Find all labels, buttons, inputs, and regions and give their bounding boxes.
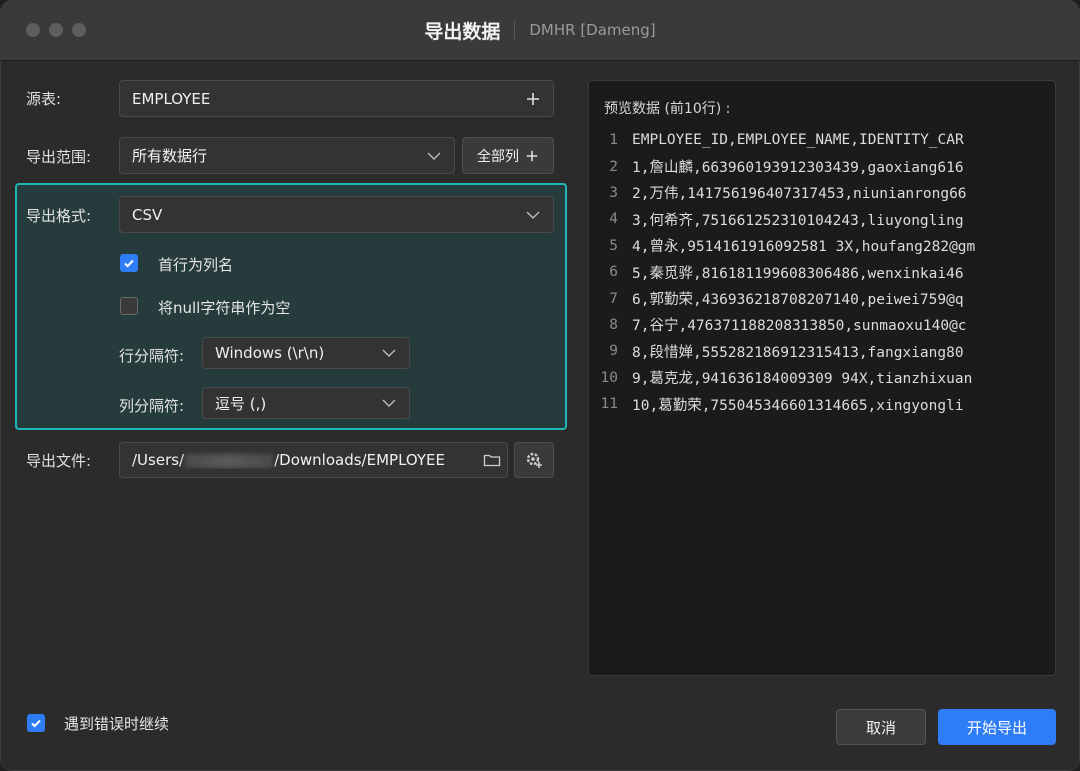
row-separator-value: Windows (\r\n): [215, 344, 325, 362]
preview-line: 2 1,詹山麟,663960193912303439,gaoxiang616: [589, 153, 1055, 179]
line-text: 8,段惜婵,555282186912315413,fangxiang80: [632, 344, 964, 361]
preview-line: 6 5,秦觅骅,816181199608306486,wenxinkai46: [589, 259, 1055, 285]
line-number: 7: [609, 290, 618, 307]
title-divider: [514, 21, 516, 39]
line-number: 11: [600, 396, 618, 413]
line-text: 7,谷宁,476371188208313850,sunmaoxu140@c: [632, 318, 967, 335]
plus-icon[interactable]: [525, 91, 541, 107]
preview-title: 预览数据 (前10行) :: [604, 101, 731, 117]
start-export-button[interactable]: 开始导出: [938, 709, 1056, 745]
preview-panel[interactable]: 预览数据 (前10行) : 1 EMPLOYEE_ID,EMPLOYEE_NAME…: [588, 80, 1056, 676]
line-text: 4,曾永,9514161916092581 3X,houfang282@gm: [632, 239, 976, 256]
line-number: 10: [600, 369, 618, 386]
line-number: 4: [609, 211, 618, 228]
window-title-area: 导出数据 DMHR [Dameng]: [0, 0, 1080, 60]
file-path-prefix: /Users/: [132, 451, 185, 469]
preview-line: 11 10,葛勤荣,755045346601314665,xingyongli: [589, 391, 1055, 417]
source-table-value: EMPLOYEE: [132, 89, 211, 108]
folder-icon[interactable]: [483, 452, 501, 468]
line-text: 1,詹山麟,663960193912303439,gaoxiang616: [632, 160, 964, 177]
format-label: 导出格式:: [26, 207, 92, 225]
gear-plus-icon: [526, 452, 542, 468]
file-path-field[interactable]: /Users/ /Downloads/EMPLOYEE: [119, 442, 508, 478]
line-number: 9: [609, 343, 618, 360]
header-row-label: 首行为列名: [158, 256, 234, 274]
line-text: 10,葛勤荣,755045346601314665,xingyongli: [632, 397, 964, 414]
chevron-down-icon: [427, 152, 441, 160]
source-table-field[interactable]: EMPLOYEE: [119, 80, 554, 117]
line-text: 2,万伟,141756196407317453,niunianrong66: [632, 186, 967, 203]
line-text: 3,何希齐,751661252310104243,liuyongling: [632, 212, 964, 229]
null-empty-checkbox[interactable]: [120, 297, 138, 315]
preview-line: 10 9,葛克龙,941636184009309 94X,tianzhixuan: [589, 365, 1055, 391]
line-number: 5: [609, 237, 618, 254]
redacted-username: [185, 453, 274, 468]
columns-button-label: 全部列: [477, 148, 519, 165]
preview-line: 1 EMPLOYEE_ID,EMPLOYEE_NAME,IDENTITY_CAR: [589, 127, 1055, 153]
file-path-value: /Users/ /Downloads/EMPLOYEE: [132, 451, 483, 469]
line-text: 6,郭勤荣,436936218708207140,peiwei759@q: [632, 292, 964, 309]
line-text: EMPLOYEE_ID,EMPLOYEE_NAME,IDENTITY_CAR: [632, 132, 964, 149]
plus-icon: [526, 150, 538, 161]
range-select[interactable]: 所有数据行: [119, 137, 455, 174]
line-number: 1: [609, 132, 618, 149]
cancel-button[interactable]: 取消: [836, 709, 926, 745]
preview-line: 9 8,段惜婵,555282186912315413,fangxiang80: [589, 338, 1055, 364]
preview-line: 3 2,万伟,141756196407317453,niunianrong66: [589, 180, 1055, 206]
check-icon: [31, 719, 41, 728]
check-icon: [124, 259, 134, 268]
export-dialog: 导出数据 DMHR [Dameng] 源表: EMPLOYEE 导出范围: 所有…: [0, 0, 1080, 771]
chevron-down-icon: [382, 349, 396, 357]
continue-on-error-label: 遇到错误时继续: [64, 715, 170, 733]
row-separator-select[interactable]: Windows (\r\n): [202, 337, 410, 369]
preview-line: 4 3,何希齐,751661252310104243,liuyongling: [589, 206, 1055, 232]
continue-on-error-checkbox[interactable]: [27, 714, 45, 732]
chevron-down-icon: [526, 211, 540, 219]
line-number: 8: [609, 316, 618, 333]
preview-line: 7 6,郭勤荣,436936218708207140,peiwei759@q: [589, 285, 1055, 311]
line-number: 3: [609, 184, 618, 201]
preview-line: 8 7,谷宁,476371188208313850,sunmaoxu140@c: [589, 312, 1055, 338]
header-row-checkbox[interactable]: [120, 254, 138, 272]
file-settings-button[interactable]: [514, 442, 554, 478]
file-path-suffix: /Downloads/EMPLOYEE: [274, 451, 445, 469]
line-text: 9,葛克龙,941636184009309 94X,tianzhixuan: [632, 371, 973, 388]
window-title: 导出数据: [424, 20, 501, 43]
null-empty-label: 将null字符串作为空: [158, 299, 291, 317]
preview-code: 1 EMPLOYEE_ID,EMPLOYEE_NAME,IDENTITY_CAR 2…: [589, 127, 1055, 417]
title-bar: 导出数据 DMHR [Dameng]: [0, 0, 1080, 61]
format-select[interactable]: CSV: [119, 196, 554, 233]
column-separator-value: 逗号 (,): [215, 394, 267, 413]
row-separator-label: 行分隔符:: [119, 347, 185, 365]
window-subtitle: DMHR [Dameng]: [529, 21, 656, 39]
format-value: CSV: [132, 205, 163, 224]
preview-line: 5 4,曾永,9514161916092581 3X,houfang282@gm: [589, 233, 1055, 259]
columns-button[interactable]: 全部列: [462, 137, 554, 174]
chevron-down-icon: [382, 399, 396, 407]
source-label: 源表:: [26, 90, 62, 108]
line-number: 2: [609, 158, 618, 175]
line-number: 6: [609, 264, 618, 281]
column-separator-select[interactable]: 逗号 (,): [202, 387, 410, 419]
line-text: 5,秦觅骅,816181199608306486,wenxinkai46: [632, 265, 964, 282]
range-label: 导出范围:: [26, 148, 92, 166]
range-value: 所有数据行: [132, 147, 208, 165]
column-separator-label: 列分隔符:: [119, 397, 185, 415]
file-label: 导出文件:: [26, 452, 92, 470]
